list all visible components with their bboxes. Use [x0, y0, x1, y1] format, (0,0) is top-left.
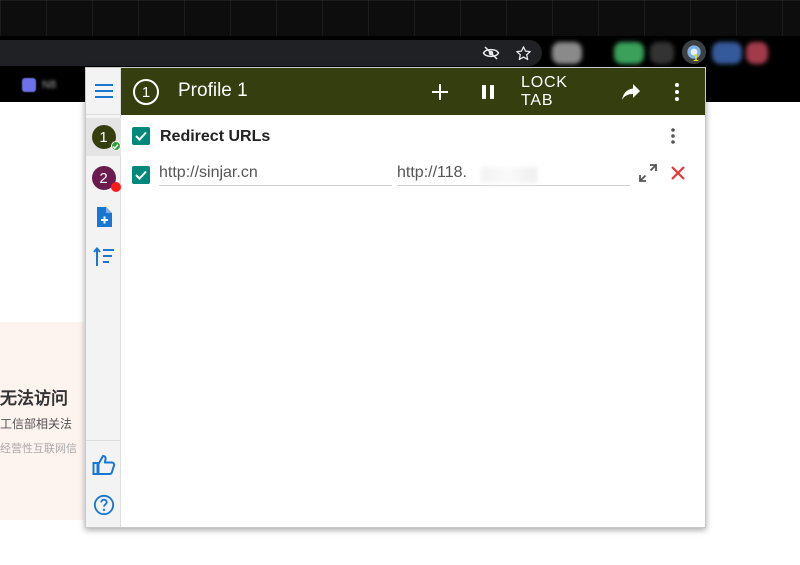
redacted-ip-mask: [481, 167, 537, 183]
page-error-text: 工信部相关法: [0, 417, 73, 431]
profile-number: 2: [99, 169, 108, 187]
pause-icon: [482, 85, 494, 99]
bookmark-item[interactable]: N8: [22, 76, 56, 94]
more-vert-icon: [675, 83, 679, 101]
sidebar-profile-1[interactable]: 1: [86, 118, 121, 156]
inactive-dot-icon: [110, 182, 121, 192]
page-error-heading: 无法访问: [0, 389, 68, 408]
share-button[interactable]: [617, 78, 645, 106]
pause-button[interactable]: [476, 78, 500, 106]
sidebar-divider: [86, 440, 121, 441]
bookmark-label: N8: [42, 79, 57, 91]
help-button[interactable]: [86, 486, 121, 524]
profile-avatar: 1: [91, 125, 121, 151]
add-profile-button[interactable]: [86, 198, 121, 236]
extension-icon[interactable]: [650, 42, 674, 64]
header-more-button[interactable]: [667, 78, 687, 106]
add-file-icon: [96, 207, 112, 227]
extension-popup: 1 2 1 Profile 1 LOCK TAB Redirect URLs h…: [85, 67, 706, 528]
star-icon[interactable]: [514, 44, 532, 62]
popup-header: 1 Profile 1 LOCK TAB: [121, 68, 705, 115]
address-bar[interactable]: [0, 40, 542, 66]
browser-tab-strip: [0, 0, 800, 36]
menu-icon: [94, 84, 113, 98]
group-enable-checkbox[interactable]: [132, 127, 150, 145]
profile-title[interactable]: Profile 1: [178, 80, 248, 102]
page-error-subtext: 经营性互联网信: [0, 443, 77, 455]
redirect-from-url-field[interactable]: [159, 160, 392, 186]
profile-avatar: 2: [91, 166, 121, 192]
group-more-button[interactable]: [663, 125, 683, 147]
sort-icon: [92, 247, 114, 266]
delete-rule-button[interactable]: [666, 161, 690, 185]
extension-icon[interactable]: [614, 42, 644, 64]
check-icon: [135, 170, 147, 180]
lock-tab-button[interactable]: LOCK TAB: [521, 74, 601, 109]
extension-icon[interactable]: [746, 42, 768, 64]
profile-number: 1: [99, 128, 108, 146]
bookmark-favicon: [22, 78, 36, 92]
more-vert-icon: [671, 128, 675, 144]
check-icon: [135, 131, 147, 141]
hide-eye-icon[interactable]: [482, 44, 500, 62]
feedback-button[interactable]: [86, 446, 121, 484]
active-check-icon: [110, 141, 121, 151]
expand-icon: [639, 164, 657, 182]
profile-number-badge: 1: [133, 79, 159, 105]
thumbs-up-icon: [92, 455, 115, 475]
plus-icon: [432, 84, 448, 100]
add-rule-button[interactable]: [428, 78, 452, 106]
rule-enable-checkbox[interactable]: [132, 166, 150, 184]
sidebar-profile-2[interactable]: 2: [86, 159, 121, 197]
help-icon: [93, 494, 114, 516]
profile-number: 1: [141, 83, 151, 101]
group-title: Redirect URLs: [160, 128, 271, 145]
share-arrow-icon: [622, 84, 640, 100]
sort-button[interactable]: [86, 238, 121, 276]
rules-panel: Redirect URLs: [121, 115, 705, 527]
extension-badge: 1: [693, 53, 699, 64]
extension-icon[interactable]: [712, 42, 742, 64]
close-icon: [671, 166, 685, 180]
menu-button[interactable]: [86, 68, 121, 115]
sidebar: 1 2: [86, 68, 121, 527]
extension-icon[interactable]: [552, 42, 582, 64]
expand-rule-button[interactable]: [636, 161, 660, 185]
